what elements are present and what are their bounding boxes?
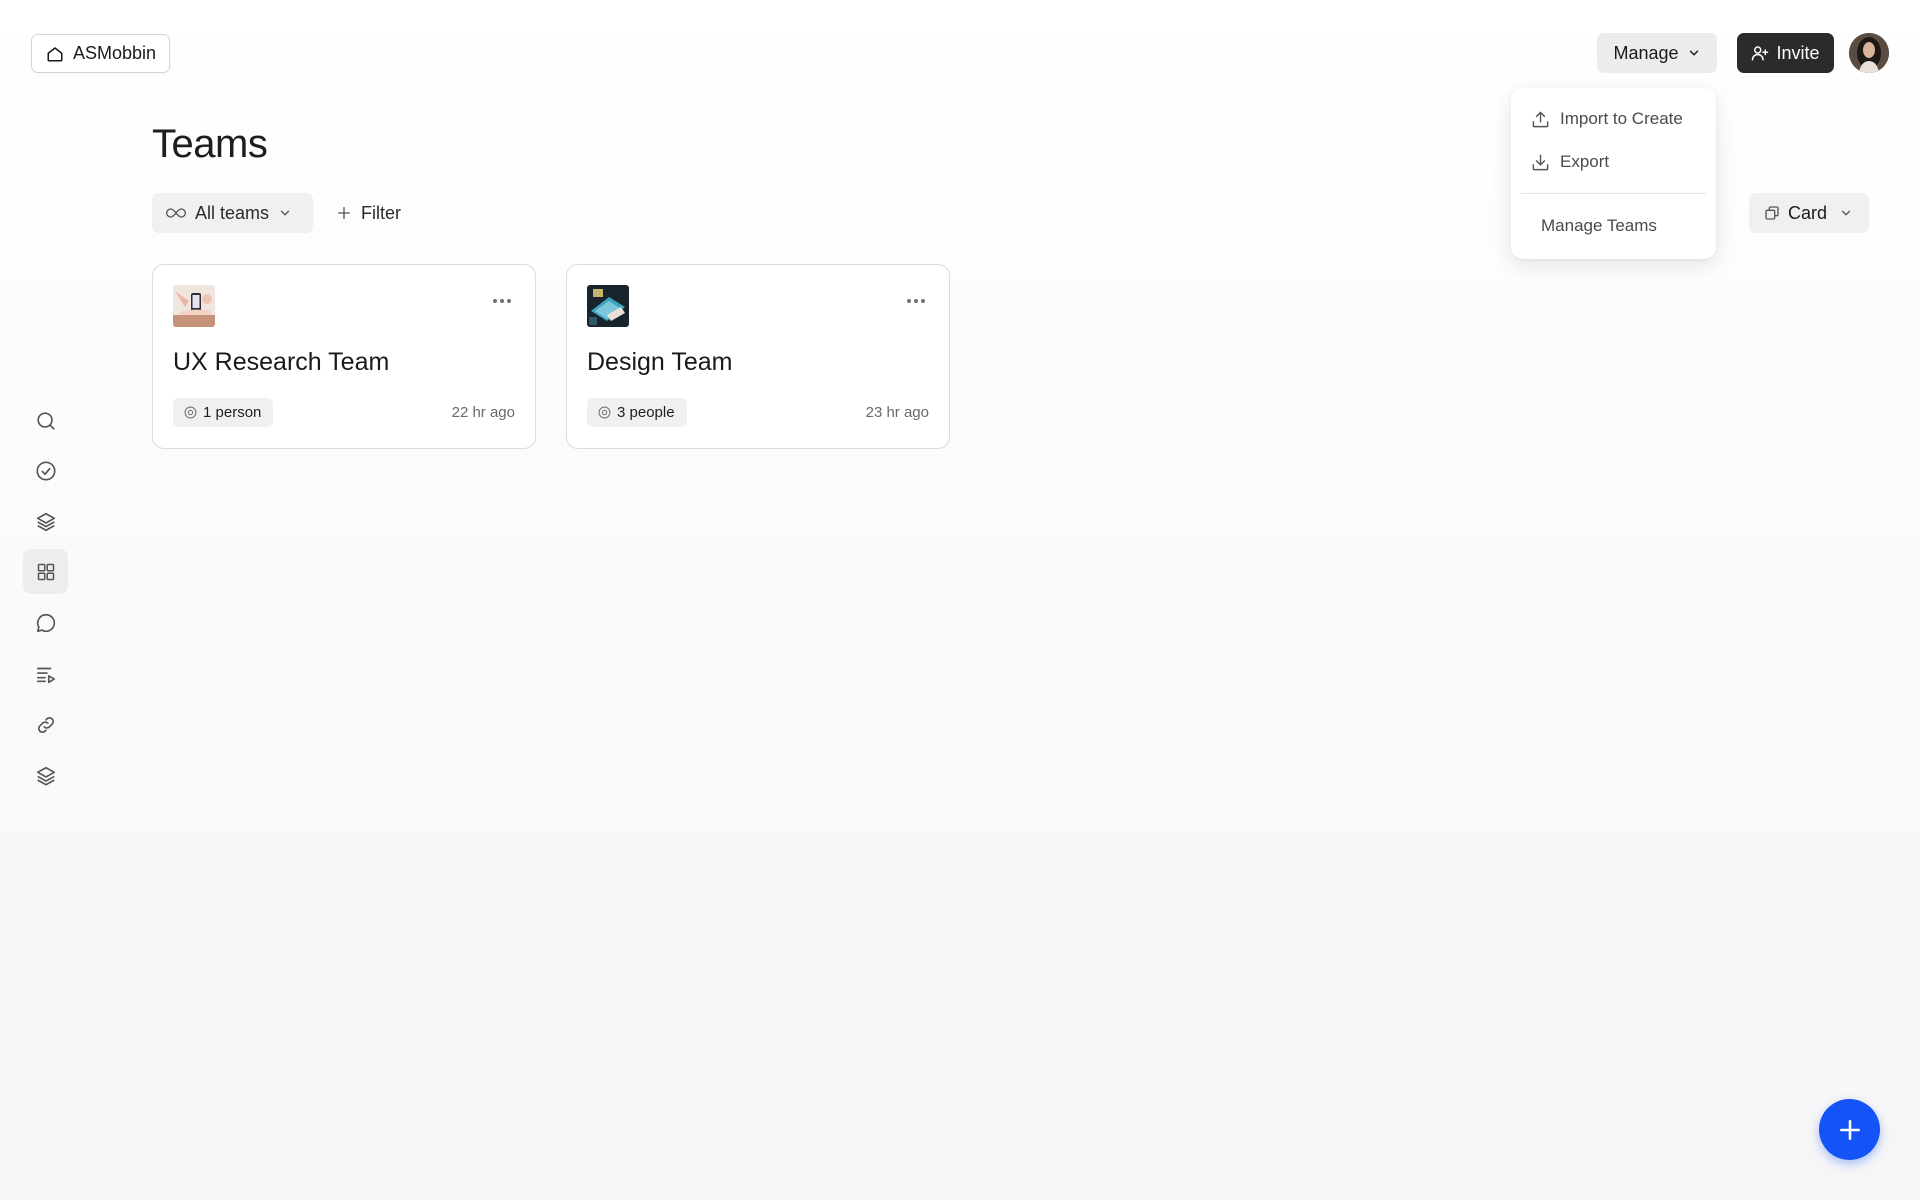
menu-item-label: Manage Teams	[1541, 216, 1657, 235]
more-options-icon[interactable]	[907, 299, 925, 303]
manage-button[interactable]: Manage	[1597, 33, 1717, 73]
download-icon	[1531, 153, 1550, 172]
grid-icon	[36, 562, 56, 582]
members-badge: 1 person	[173, 398, 274, 427]
all-teams-label: All teams	[195, 202, 270, 223]
menu-item-label: Export	[1560, 152, 1610, 171]
menu-item-import-to-create[interactable]: Import to Create	[1531, 104, 1683, 134]
at-icon	[598, 406, 611, 419]
all-teams-dropdown[interactable]: All teams	[152, 193, 313, 233]
members-badge: 3 people	[587, 398, 687, 427]
chevron-down-icon	[1687, 46, 1701, 60]
invite-label: Invite	[1776, 42, 1820, 63]
team-card-design[interactable]: Design Team 3 people 23 hr ago	[566, 264, 950, 449]
menu-item-label: Import to Create	[1560, 109, 1683, 128]
avatar[interactable]	[1849, 33, 1889, 73]
workspace-name: ASMobbin	[73, 43, 157, 63]
sidebar-item-tasks[interactable]	[23, 448, 68, 493]
team-name: Design Team	[587, 348, 733, 376]
manage-dropdown-menu: Import to Create Export Manage Teams	[1511, 88, 1716, 259]
members-count: 3 people	[617, 404, 675, 421]
upload-icon	[1531, 110, 1550, 129]
sidebar-item-stack[interactable]	[23, 753, 68, 798]
filter-label: Filter	[361, 202, 401, 223]
layers-icon	[35, 511, 57, 533]
menu-item-manage-teams[interactable]: Manage Teams	[1541, 211, 1657, 241]
playlist-icon	[35, 663, 57, 685]
sidebar-item-layers[interactable]	[23, 499, 68, 544]
menu-item-export[interactable]: Export	[1531, 147, 1609, 177]
menu-divider	[1521, 193, 1706, 194]
manage-label: Manage	[1613, 42, 1679, 63]
create-button[interactable]	[1819, 1099, 1880, 1160]
page-title: Teams	[152, 122, 268, 166]
team-thumbnail	[173, 285, 215, 327]
more-options-icon[interactable]	[493, 299, 511, 303]
chevron-down-icon	[1839, 206, 1853, 220]
view-mode-dropdown[interactable]: Card	[1749, 193, 1869, 233]
view-mode-label: Card	[1788, 202, 1828, 223]
add-user-icon	[1751, 44, 1769, 62]
link-icon	[35, 714, 57, 736]
updated-time: 22 hr ago	[451, 404, 515, 421]
stack-icon	[35, 765, 57, 787]
chevron-down-icon	[278, 206, 292, 220]
infinity-icon	[166, 207, 186, 219]
plus-icon	[1837, 1117, 1863, 1143]
at-icon	[184, 406, 197, 419]
cards-icon	[1764, 205, 1780, 221]
chat-icon	[35, 612, 57, 634]
sidebar-item-search[interactable]	[23, 398, 68, 443]
check-circle-icon	[35, 460, 57, 482]
team-name: UX Research Team	[173, 348, 390, 376]
sidebar-item-playlist[interactable]	[23, 651, 68, 696]
sidebar-item-links[interactable]	[23, 702, 68, 747]
filter-button[interactable]: Filter	[336, 193, 401, 233]
sidebar-item-messages[interactable]	[23, 600, 68, 645]
plus-icon	[336, 205, 352, 221]
search-icon	[35, 410, 57, 432]
team-thumbnail	[587, 285, 629, 327]
members-count: 1 person	[203, 404, 262, 421]
team-card-ux-research[interactable]: UX Research Team 1 person 22 hr ago	[152, 264, 536, 449]
invite-button[interactable]: Invite	[1737, 33, 1834, 73]
home-icon	[46, 45, 64, 63]
workspace-button[interactable]: ASMobbin	[31, 34, 171, 73]
sidebar-item-teams[interactable]	[23, 549, 68, 594]
updated-time: 23 hr ago	[865, 404, 929, 421]
